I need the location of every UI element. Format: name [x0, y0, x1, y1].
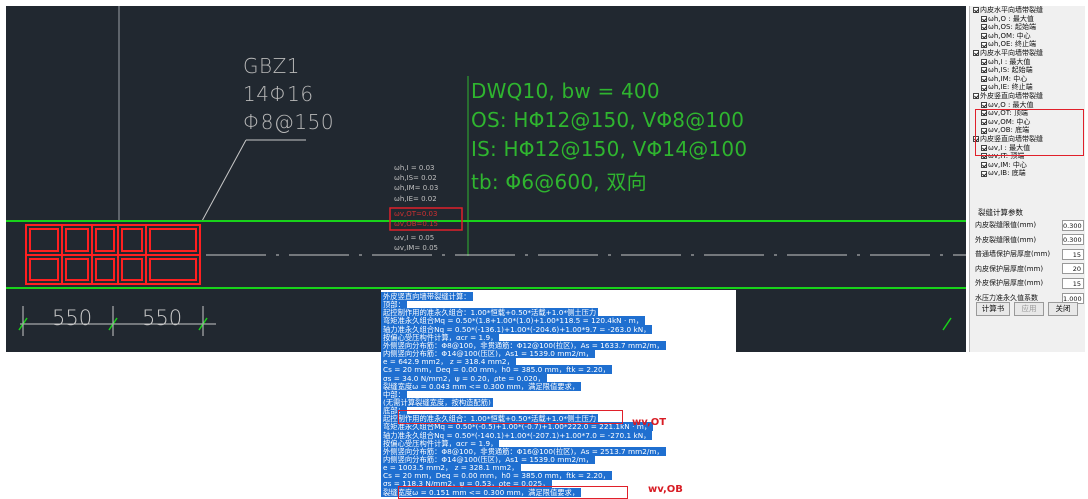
tree-item-label: 内皮水平向墙带裂缝	[980, 48, 1043, 57]
tree-item[interactable]: ωh,IS: 起始端	[973, 66, 1083, 75]
checkbox[interactable]	[981, 161, 987, 168]
ob-result-highlight	[398, 486, 628, 499]
crack-label-ob: ωv,OB=0.15	[394, 220, 438, 228]
dwq-os-rebar: OS: HΦ12@150, VΦ8@100	[471, 108, 745, 132]
checkbox[interactable]	[973, 93, 979, 100]
tree-item[interactable]: 外皮竖直向墙带裂缝	[973, 92, 1083, 101]
gbz-name: GBZ1	[243, 54, 301, 78]
tree-item-label: ωh,IE: 终止端	[988, 83, 1033, 92]
param-input[interactable]: 20	[1062, 263, 1084, 275]
param-row: 内皮保护层厚度(mm) 20	[975, 262, 1085, 276]
tree-item[interactable]: ωv,IM: 中心	[973, 161, 1083, 170]
tree-item-label: ωv,O : 最大值	[988, 100, 1034, 109]
dwq-tb-rebar: tb: Φ6@600, 双向	[471, 170, 647, 194]
crack-label: ωh,I = 0.03	[394, 164, 435, 172]
checkbox[interactable]	[981, 67, 987, 74]
checkbox[interactable]	[981, 76, 987, 83]
checkbox[interactable]	[981, 15, 987, 22]
param-row: 普通墙保护层厚度(mm) 15	[975, 247, 1085, 261]
close-button[interactable]: 关闭	[1048, 302, 1078, 316]
tree-item[interactable]: 内皮水平向墙带裂缝	[973, 49, 1083, 58]
tree-item-label: ωh,OS: 起始端	[988, 23, 1037, 32]
tree-item[interactable]: ωh,O : 最大值	[973, 15, 1083, 24]
checkbox[interactable]	[981, 24, 987, 31]
screenshot-root: GBZ1 14Φ16 Φ8@150 DWQ10, bw = 400 OS: HΦ…	[0, 0, 1088, 499]
checkbox[interactable]	[973, 50, 979, 57]
tree-item[interactable]: ωh,OE: 终止端	[973, 40, 1083, 49]
calc-report-document[interactable]: 外皮竖直向墙带裂缝计算： 顶部： 起控制作用的准永久组合：1.00*恒载+0.50…	[381, 290, 736, 499]
gbz1-column	[25, 224, 201, 285]
ob-annotation: wv,OB	[648, 484, 683, 495]
param-input[interactable]: 0.300	[1062, 219, 1084, 231]
param-label: 普通墙保护层厚度(mm)	[975, 250, 1051, 259]
param-label: 内皮裂缝限值(mm)	[975, 221, 1037, 229]
ot-result-highlight	[398, 410, 623, 424]
checkbox[interactable]	[973, 7, 979, 14]
tree-item-label: 内皮水平向墙带裂缝	[980, 6, 1043, 14]
crack-options-panel: 内皮水平向墙带裂缝 ωh,O : 最大值 ωh,OS: 起始端 ωh,OM: 中心 ωh…	[969, 6, 1085, 352]
tree-item-label: 外皮竖直向墙带裂缝	[980, 91, 1043, 100]
ot-annotation: wv,OT	[632, 417, 667, 428]
tree-item-label: ωh,O : 最大值	[988, 14, 1034, 23]
param-row: 外皮保护层厚度(mm) 15	[975, 276, 1085, 290]
crack-label: ωh,IE= 0.02	[394, 195, 437, 203]
tree-item[interactable]: ωh,IE: 终止端	[973, 83, 1083, 92]
param-row: 外皮裂缝限值(mm) 0.300	[975, 233, 1085, 247]
gbz-stirrup: Φ8@150	[243, 110, 335, 134]
crack-label-ot: ωv,OT=0.03	[394, 210, 438, 218]
param-input[interactable]: 15	[1062, 248, 1084, 260]
param-row: 内皮裂缝限值(mm) 0.300	[975, 218, 1085, 232]
param-label: 外皮保护层厚度(mm)	[975, 279, 1044, 288]
param-label: 外皮裂缝限值(mm)	[975, 235, 1037, 244]
checkbox[interactable]	[981, 101, 987, 108]
tree-item-label: ωh,I : 最大值	[988, 57, 1031, 66]
checkbox[interactable]	[981, 170, 987, 177]
tree-item[interactable]: ωv,O : 最大值	[973, 101, 1083, 110]
param-label: 内皮保护层厚度(mm)	[975, 264, 1044, 273]
dwq-name: DWQ10, bw = 400	[471, 79, 660, 103]
tree-highlight-box	[975, 109, 1084, 156]
checkbox[interactable]	[981, 84, 987, 91]
tree-item-label: ωh,IS: 起始端	[988, 66, 1033, 75]
crack-label: ωv,I = 0.05	[394, 234, 435, 242]
tree-item[interactable]: ωh,OS: 起始端	[973, 23, 1083, 32]
dwq-is-rebar: IS: HΦ12@150, VΦ14@100	[471, 137, 748, 161]
params-title: 裂缝计算参数	[978, 208, 1023, 217]
tree-item[interactable]: ωv,IB: 底端	[973, 169, 1083, 178]
tree-item[interactable]: ωh,I : 最大值	[973, 58, 1083, 67]
tree-item-label: ωv,IM: 中心	[988, 160, 1027, 169]
crack-label: ωh,IM= 0.03	[394, 184, 439, 192]
checkbox[interactable]	[981, 41, 987, 48]
checkbox[interactable]	[981, 33, 987, 40]
apply-button[interactable]: 应用	[1014, 302, 1044, 316]
dimension-text: 550	[142, 306, 183, 330]
dimension-text: 550	[52, 306, 93, 330]
tree-item-label: ωh,OE: 终止端	[988, 40, 1037, 49]
gbz-leader-line	[201, 139, 247, 222]
param-input[interactable]: 0.300	[1062, 234, 1084, 246]
calc-report-button[interactable]: 计算书	[976, 302, 1010, 316]
report-line: 裂缝宽度ω = 0.043 mm <= 0.300 mm，满足限值要求，	[381, 381, 582, 391]
checkbox[interactable]	[981, 58, 987, 65]
tree-item-label: ωv,IB: 底端	[988, 169, 1026, 178]
crack-label: ωh,IS= 0.02	[394, 174, 437, 182]
gbz-rebar: 14Φ16	[243, 82, 314, 106]
report-line-text: 裂缝宽度ω = 0.043 mm <= 0.300 mm，满足限值要求，	[381, 381, 582, 391]
tree-item[interactable]: 内皮水平向墙带裂缝	[973, 6, 1083, 15]
crack-label: ωv,IM= 0.05	[394, 244, 439, 252]
param-input[interactable]: 15	[1062, 277, 1084, 289]
